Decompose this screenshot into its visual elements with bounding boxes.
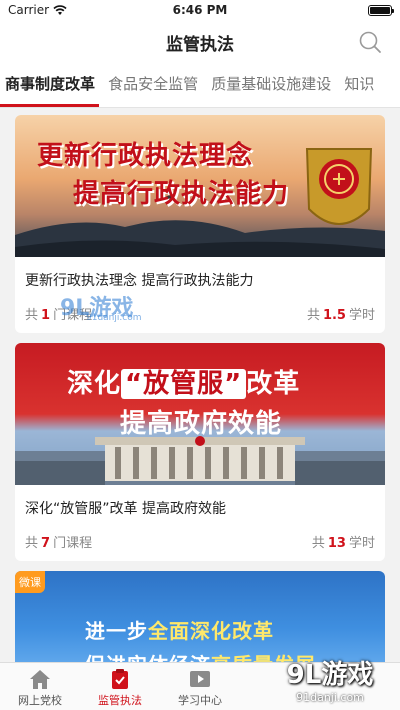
nav-bar: 监管执法 [0, 20, 400, 64]
home-icon [30, 670, 50, 689]
banner-subheadline: 提高政府效能 [120, 409, 283, 439]
course-feed: 更新行政执法理念 提高行政执法能力 更新行政执法理念 提高行政执法能力 共 1 门课… [15, 115, 385, 686]
tab-knowledge[interactable]: 知识 [340, 64, 378, 104]
tab-label: 学习中心 [178, 694, 222, 707]
corner-watermark: 9L游戏 91danji.com [268, 652, 392, 706]
tab-food-safety[interactable]: 食品安全监管 [104, 64, 202, 104]
banner-headline: 更新行政执法理念 [37, 141, 254, 171]
banner-subheadline: 提高行政执法能力 [73, 179, 290, 209]
watermark-url: 91danji.com [86, 313, 142, 323]
tab-label: 网上党校 [18, 694, 62, 707]
tab-label: 监管执法 [98, 694, 142, 707]
course-title: 更新行政执法理念 提高行政执法能力 [25, 273, 254, 289]
tab-online-party-school[interactable]: 网上党校 [0, 663, 80, 710]
tab-business-reform[interactable]: 商事制度改革 [0, 64, 100, 107]
tab-learning-center[interactable]: 学习中心 [160, 663, 240, 710]
tab-supervision[interactable]: 监管执法 [80, 663, 160, 710]
watermark-logo: 9L游戏 [286, 660, 374, 690]
watermark-url: 91danji.com [296, 691, 364, 704]
clipboard-icon [112, 669, 128, 689]
course-banner: 更新行政执法理念 提高行政执法能力 [15, 115, 385, 257]
course-card[interactable]: 深化 “放管服” 改革 提高政府效能 深化“放管服”改革 提高政府效能 共 7 门课程 … [15, 343, 385, 561]
national-emblem-icon [305, 148, 373, 225]
status-bar: Carrier 6:46 PM [0, 0, 400, 20]
category-tabs: 商事制度改革 食品安全监管 质量基础设施建设 知识 [0, 64, 400, 108]
page-title: 监管执法 [166, 34, 234, 55]
search-icon[interactable] [358, 30, 382, 54]
tab-quality-infrastructure[interactable]: 质量基础设施建设 [207, 64, 335, 104]
micro-course-badge: 微课 [15, 571, 45, 593]
battery-icon [368, 4, 394, 16]
study-hours: 共 13 学时 [311, 535, 375, 551]
course-meta: 共 7 门课程 共 13 学时 [15, 521, 385, 561]
banner-headline: 深化 “放管服” 改革 [67, 369, 301, 399]
course-title: 深化“放管服”改革 提高政府效能 [25, 501, 226, 517]
banner-headline: 进一步全面深化改革 [85, 619, 274, 643]
course-count: 共 7 门课程 [25, 535, 93, 551]
play-icon [190, 671, 210, 687]
status-time: 6:46 PM [172, 3, 228, 17]
course-banner: 深化 “放管服” 改革 提高政府效能 [15, 343, 385, 485]
study-hours: 共 1.5 学时 [306, 307, 375, 323]
